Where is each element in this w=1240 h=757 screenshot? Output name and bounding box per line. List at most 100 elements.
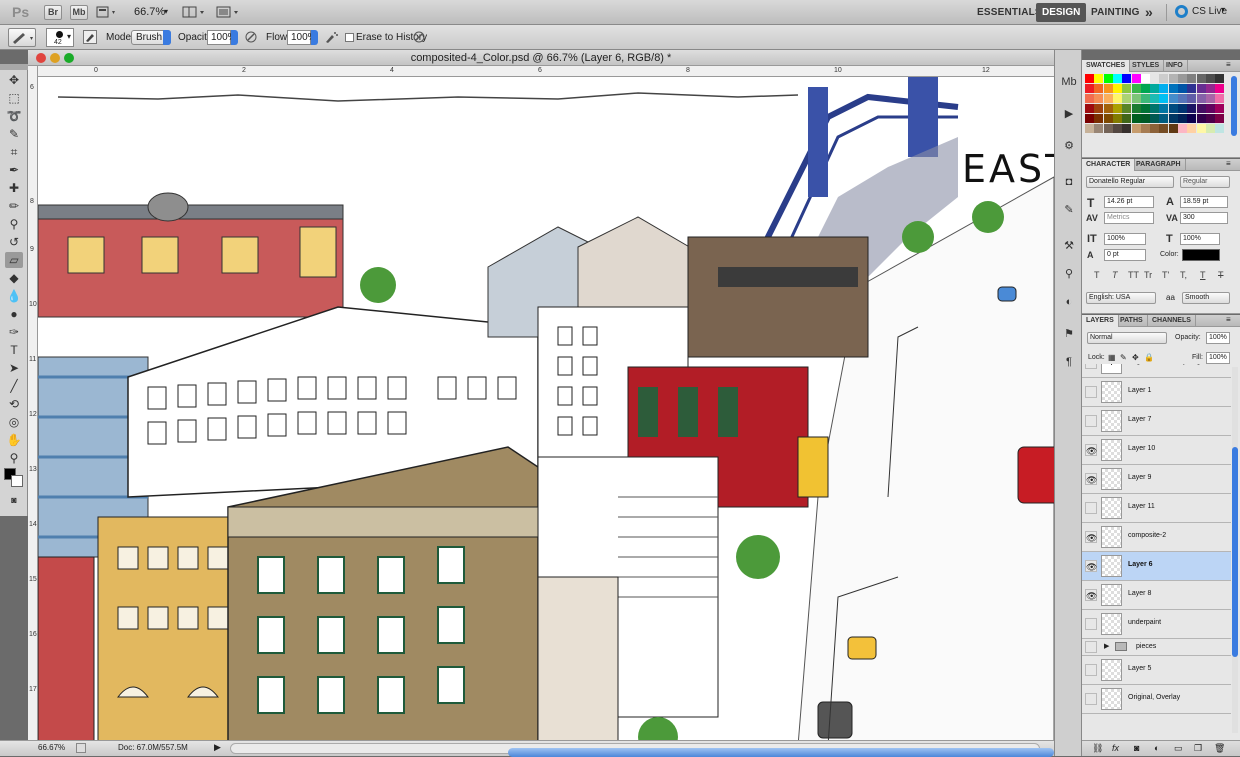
color-swatch[interactable] [1094,114,1104,123]
layer-opacity-field[interactable]: 100% [1206,332,1230,344]
paragraph-styles-icon[interactable]: ¶ [1060,354,1078,370]
more-workspaces-icon[interactable]: » [1145,4,1153,20]
layers-scroll-thumb[interactable] [1232,447,1238,657]
masks-icon[interactable]: ⚑ [1060,326,1078,342]
workspace-essentials[interactable]: ESSENTIALS [977,7,1042,18]
color-swatch[interactable] [1159,104,1169,113]
color-swatch[interactable] [1205,74,1215,83]
color-swatch[interactable] [1187,124,1197,133]
color-swatch[interactable] [1196,74,1206,83]
color-swatch[interactable] [1112,74,1122,83]
color-swatch[interactable] [1122,74,1132,83]
color-swatch[interactable] [1215,124,1225,133]
brush-tool-icon[interactable]: ✏ [5,198,23,214]
color-swatch[interactable] [1140,114,1150,123]
color-swatch[interactable] [1215,74,1225,83]
color-swatch[interactable] [1140,124,1150,133]
color-swatch[interactable] [1205,114,1215,123]
pen-tool-icon[interactable]: ✑ [5,324,23,340]
mode-select-arrow-icon[interactable] [163,30,171,45]
view-extras-button[interactable] [96,6,118,19]
color-swatch[interactable] [1159,94,1169,103]
color-swatch[interactable] [1140,74,1150,83]
layer-row[interactable]: 👁 Layer 9 [1082,465,1231,494]
layer-style-icon[interactable]: fx [1112,743,1119,753]
link-layers-icon[interactable]: ⛓ [1092,743,1103,754]
layers-scrollbar[interactable] [1232,367,1238,733]
small-caps-icon[interactable]: Tr [1144,270,1152,280]
color-swatch[interactable] [1112,114,1122,123]
tab-paragraph[interactable]: PARAGRAPH [1132,159,1186,171]
zoom-window-button[interactable] [64,53,74,63]
color-swatch[interactable] [1178,104,1187,113]
color-swatch[interactable] [1205,124,1215,133]
visibility-eye-icon[interactable] [1085,364,1097,369]
color-swatch[interactable] [1150,74,1160,83]
panel-menu-icon[interactable]: ≡ [1226,315,1231,324]
color-swatch[interactable] [1094,84,1104,93]
actions-icon[interactable]: ⚙ [1060,138,1078,154]
lock-position-icon[interactable]: ✥ [1132,353,1139,362]
color-swatch[interactable] [1085,74,1094,83]
color-swatch[interactable] [1178,114,1187,123]
new-layer-icon[interactable]: ❐ [1194,743,1202,754]
mini-bridge-button[interactable]: Mb [70,5,88,20]
layer-row[interactable]: 👁 Layer 8 [1082,581,1231,610]
color-swatch[interactable] [1112,84,1122,93]
faux-bold-icon[interactable]: T [1094,270,1100,280]
cs-live-chevron-down-icon[interactable]: ▾ [1221,5,1225,14]
eyedropper-tool-icon[interactable]: ✒ [5,162,23,178]
layer-row[interactable]: Original, Overlay [1082,685,1231,714]
close-window-button[interactable] [36,53,46,63]
superscript-icon[interactable]: T' [1162,270,1169,280]
color-swatch[interactable] [1112,104,1122,113]
visibility-eye-icon[interactable]: 👁 [1085,589,1097,601]
color-swatch[interactable] [1150,94,1160,103]
color-swatch[interactable] [1131,114,1141,123]
visibility-eye-icon[interactable] [1085,618,1097,630]
lock-transparent-icon[interactable]: ▦ [1108,353,1116,362]
3d-rotate-tool-icon[interactable]: ⟲ [5,396,23,412]
visibility-eye-icon[interactable] [1085,693,1097,705]
tab-info[interactable]: INFO [1162,60,1188,72]
color-swatch[interactable] [1187,74,1197,83]
color-swatch[interactable] [1112,124,1122,133]
horizontal-scale-field[interactable]: 100% [1180,233,1220,245]
color-swatch[interactable] [1122,104,1132,113]
tab-character[interactable]: CHARACTER [1082,159,1136,171]
flow-chevron-down-icon[interactable] [311,30,318,45]
history-brush-tool-icon[interactable]: ↺ [5,234,23,250]
panel-menu-icon[interactable]: ≡ [1226,60,1231,69]
color-swatch[interactable] [1168,114,1178,123]
visibility-eye-icon[interactable]: 👁 [1085,531,1097,543]
color-swatch[interactable] [1215,94,1225,103]
baseline-shift-field[interactable]: 0 pt [1104,249,1146,261]
adjustment-layer-icon[interactable]: ◐ [1154,743,1159,753]
fill-field[interactable]: 100% [1206,352,1230,364]
layer-row[interactable]: 👁 composite-2 [1082,523,1231,552]
color-swatch[interactable] [1094,94,1104,103]
color-swatch[interactable] [1168,74,1178,83]
opacity-chevron-down-icon[interactable] [231,30,238,45]
brush-preset-picker[interactable]: 42 ▾ [46,28,74,47]
lock-all-icon[interactable]: 🔒 [1144,353,1154,362]
color-swatch[interactable] [1178,84,1187,93]
color-swatch[interactable] [1196,114,1206,123]
layer-row[interactable]: Layer 5 [1082,656,1231,685]
color-swatch[interactable] [1159,124,1169,133]
color-swatch[interactable] [1215,114,1225,123]
visibility-eye-icon[interactable] [1085,386,1097,398]
status-arrow-icon[interactable]: ▶ [214,742,221,753]
workspace-painting[interactable]: PAINTING [1091,7,1140,18]
color-swatch[interactable] [1187,114,1197,123]
tab-layers[interactable]: LAYERS [1082,315,1119,327]
adjustments-icon[interactable]: ◐ [1060,294,1078,310]
blur-tool-icon[interactable]: 💧 [5,288,23,304]
layer-row[interactable]: ▶ pieces [1082,639,1231,656]
color-swatch[interactable] [1094,124,1104,133]
faux-italic-icon[interactable]: T [1112,270,1118,280]
text-color-swatch[interactable] [1182,249,1220,261]
color-swatch[interactable] [1094,74,1104,83]
color-swatch[interactable] [1085,104,1094,113]
status-zoom[interactable]: 66.67% [38,743,65,752]
